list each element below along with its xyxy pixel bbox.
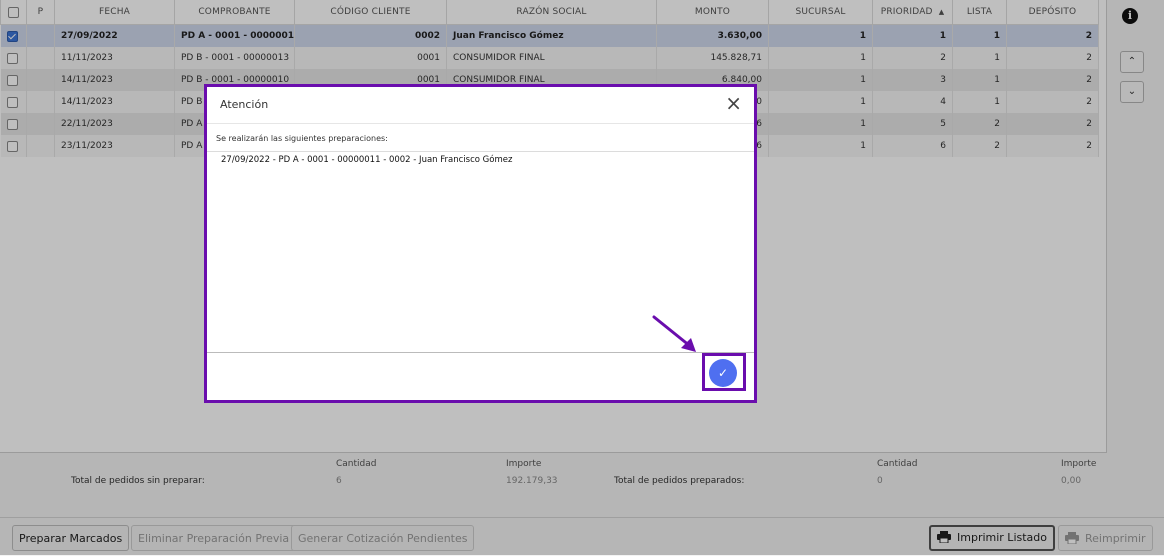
- dialog-message: Se realizarán las siguientes preparacion…: [216, 134, 388, 143]
- list-item: 27/09/2022 - PD A - 0001 - 00000011 - 00…: [221, 155, 513, 165]
- attention-dialog: Atención × Se realizarán las siguientes …: [204, 84, 757, 403]
- confirm-highlight: ✓: [702, 353, 746, 391]
- confirm-button[interactable]: ✓: [709, 359, 737, 387]
- dialog-title: Atención: [220, 98, 269, 111]
- dialog-header: Atención ×: [207, 87, 754, 124]
- close-icon[interactable]: ×: [725, 92, 742, 114]
- check-icon: ✓: [717, 366, 729, 380]
- pointer-arrow-icon: [652, 315, 696, 352]
